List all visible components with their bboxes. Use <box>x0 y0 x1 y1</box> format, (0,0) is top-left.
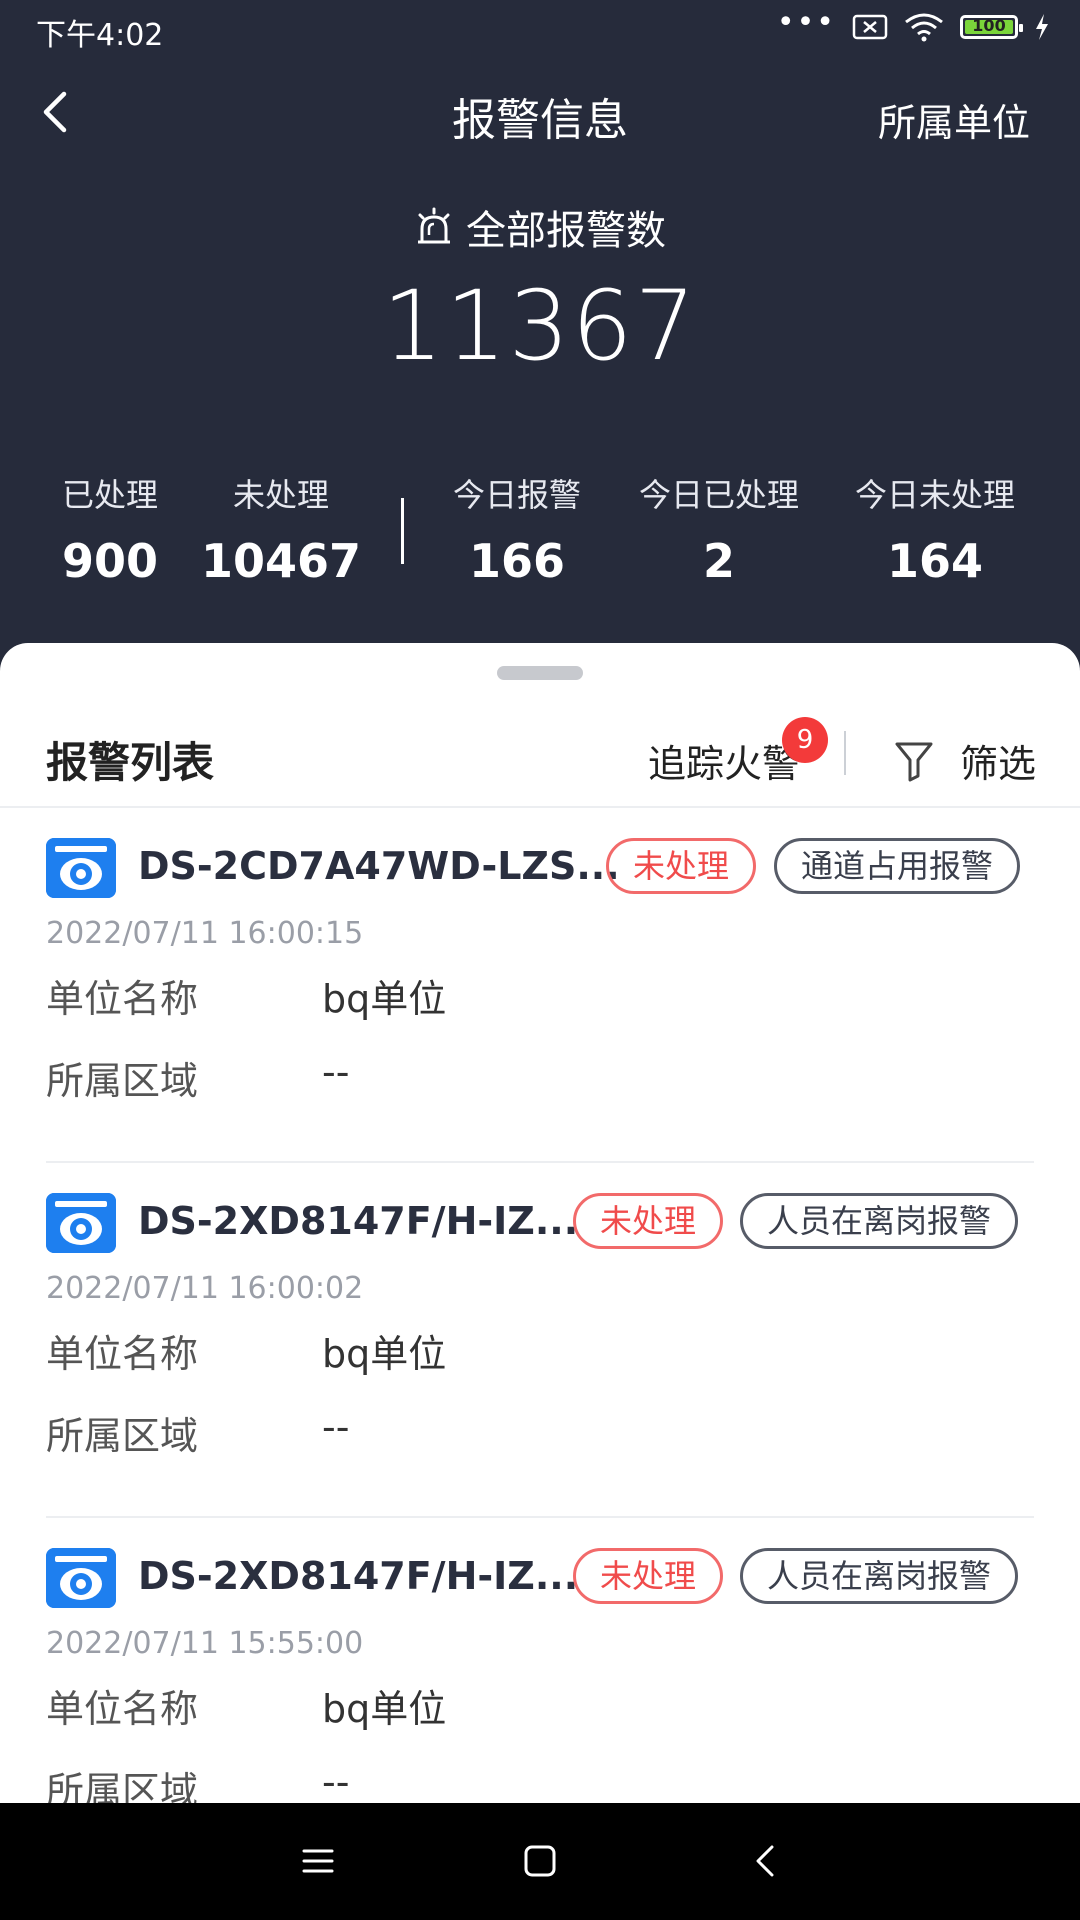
charging-icon <box>1036 14 1048 40</box>
alarm-time: 2022/07/11 15:55:00 <box>46 1626 364 1661</box>
stats-divider <box>401 498 404 564</box>
system-nav-bar <box>0 1803 1080 1920</box>
alarm-list-sheet: 报警列表 追踪火警 9 筛选 DS-2CD7A47WD-LZS... 未处理 通… <box>0 643 1080 1803</box>
alarm-type-tag: 人员在离岗报警 <box>740 1193 1019 1249</box>
stat-value: 166 <box>468 534 566 588</box>
alarm-list-title: 报警列表 <box>46 738 215 787</box>
total-alarms-count: 11367 <box>382 270 698 382</box>
alarm-time: 2022/07/11 16:00:15 <box>46 916 364 951</box>
track-fire-alarm-button[interactable]: 追踪火警 <box>648 733 800 788</box>
stat-today-processed: 今日已处理 2 <box>628 470 810 588</box>
unit-label: 单位名称 <box>46 1687 199 1731</box>
stat-value: 164 <box>886 534 984 588</box>
stat-processed: 已处理 900 <box>50 470 170 588</box>
sim-off-icon <box>852 14 888 40</box>
stat-label: 今日已处理 <box>638 476 799 514</box>
alarm-type-tag: 人员在离岗报警 <box>740 1548 1019 1604</box>
stat-today-unprocessed: 今日未处理 164 <box>844 470 1026 588</box>
unit-value: bq单位 <box>322 977 447 1021</box>
affiliated-unit-link[interactable]: 所属单位 <box>878 92 1030 147</box>
area-value: -- <box>322 1760 350 1803</box>
camera-icon <box>46 838 116 898</box>
status-badge: 未处理 <box>606 838 757 894</box>
filter-button[interactable]: 筛选 <box>894 733 1036 788</box>
stat-value: 900 <box>61 534 159 588</box>
home-icon[interactable] <box>516 1837 564 1885</box>
stat-value: 10467 <box>200 534 362 588</box>
alarm-list-item[interactable]: DS-2XD8147F/H-IZ... 未处理 人员在离岗报警 2022/07/… <box>0 1518 1080 1803</box>
area-label: 所属区域 <box>46 1769 199 1803</box>
device-name: DS-2XD8147F/H-IZ... <box>138 1199 579 1243</box>
status-bar: 下午4:02 ••• 100 <box>0 0 1080 56</box>
total-alarms-text: 全部报警数 <box>466 208 666 254</box>
filter-label: 筛选 <box>960 742 1037 786</box>
battery-icon: 100 <box>960 15 1023 39</box>
nav-back-icon[interactable] <box>742 1837 790 1885</box>
device-name: DS-2XD8147F/H-IZ... <box>138 1554 579 1598</box>
stat-label: 今日未处理 <box>854 476 1015 514</box>
area-label: 所属区域 <box>46 1414 199 1458</box>
device-name: DS-2CD7A47WD-LZS... <box>138 844 620 888</box>
stat-value: 2 <box>702 534 735 588</box>
status-badge: 未处理 <box>573 1548 724 1604</box>
filter-funnel-icon <box>895 742 933 781</box>
area-value: -- <box>322 1405 350 1449</box>
area-value: -- <box>322 1050 350 1094</box>
alarm-type-tag: 通道占用报警 <box>774 838 1021 894</box>
header-divider <box>844 731 846 775</box>
unit-label: 单位名称 <box>46 1332 199 1376</box>
alarm-light-icon <box>418 207 450 244</box>
app-header: 报警信息 所属单位 <box>0 56 1080 166</box>
track-count-badge: 9 <box>782 717 828 763</box>
alarm-time: 2022/07/11 16:00:02 <box>46 1271 364 1306</box>
unit-value: bq单位 <box>322 1687 447 1731</box>
camera-icon <box>46 1548 116 1608</box>
more-dots-icon: ••• <box>776 4 836 40</box>
status-icons: ••• 100 <box>777 5 1050 42</box>
stat-unprocessed: 未处理 10467 <box>200 470 362 588</box>
stat-today-alarms: 今日报警 166 <box>440 470 594 588</box>
stat-label: 未处理 <box>232 476 329 514</box>
camera-icon <box>46 1193 116 1253</box>
total-alarms-label: 全部报警数 <box>0 198 1080 256</box>
alarm-list-item[interactable]: DS-2XD8147F/H-IZ... 未处理 人员在离岗报警 2022/07/… <box>0 1163 1080 1518</box>
status-time: 下午4:02 <box>36 18 164 53</box>
unit-label: 单位名称 <box>46 977 199 1021</box>
status-badge: 未处理 <box>573 1193 724 1249</box>
battery-level: 100 <box>972 16 1006 35</box>
area-label: 所属区域 <box>46 1059 199 1103</box>
stat-label: 已处理 <box>61 476 158 514</box>
unit-value: bq单位 <box>322 1332 447 1376</box>
wifi-icon <box>905 13 943 42</box>
stat-label: 今日报警 <box>452 476 581 514</box>
stats-row: 已处理 900 未处理 10467 今日报警 166 今日已处理 2 今日未处理… <box>0 470 1080 590</box>
drag-handle[interactable] <box>497 666 583 680</box>
menu-icon[interactable] <box>294 1837 342 1885</box>
alarm-list-item[interactable]: DS-2CD7A47WD-LZS... 未处理 通道占用报警 2022/07/1… <box>0 808 1080 1163</box>
